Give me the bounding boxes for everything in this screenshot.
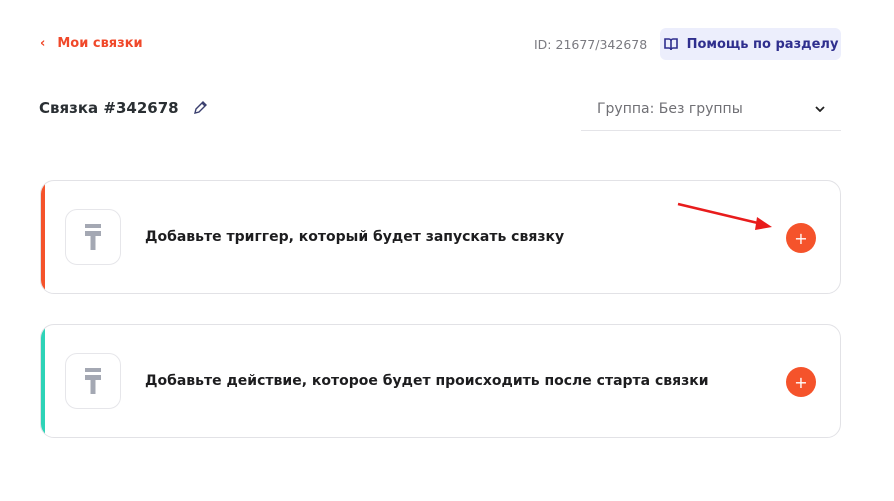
annotation-arrow-icon (677, 202, 772, 230)
